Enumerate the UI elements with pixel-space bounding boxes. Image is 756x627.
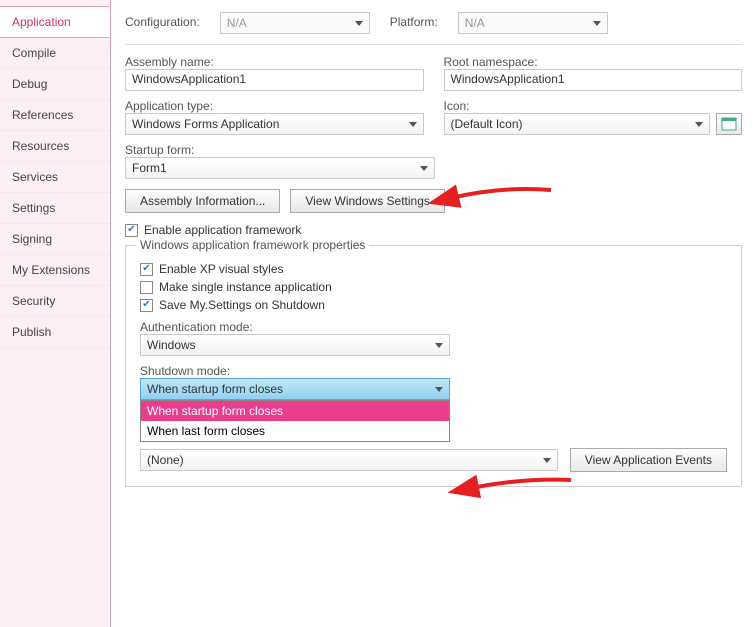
sidebar-item-application[interactable]: Application [0,6,110,38]
view-windows-settings-button[interactable]: View Windows Settings [290,189,445,213]
chevron-down-icon [420,166,428,171]
platform-label: Platform: [390,15,438,29]
startup-form-select[interactable]: Form1 [125,157,435,179]
platform-select: N/A [458,12,608,34]
main-panel: Configuration: N/A Platform: N/A Assembl… [110,0,756,627]
sidebar-item-publish[interactable]: Publish [0,317,110,348]
assembly-information-button[interactable]: Assembly Information... [125,189,280,213]
sidebar-item-compile[interactable]: Compile [0,38,110,69]
chevron-down-icon [543,458,551,463]
assembly-name-label: Assembly name: [125,55,214,69]
assembly-name-input[interactable]: WindowsApplication1 [125,69,424,91]
chevron-down-icon [435,387,443,392]
shutdown-mode-select[interactable]: When startup form closes [140,378,450,400]
startup-form-label: Startup form: [125,143,194,157]
auth-mode-label: Authentication mode: [140,320,253,334]
sidebar-item-settings[interactable]: Settings [0,193,110,224]
shutdown-option-last[interactable]: When last form closes [141,421,449,441]
single-instance-checkbox[interactable] [140,281,153,294]
view-application-events-button[interactable]: View Application Events [570,448,727,472]
sidebar-item-my-extensions[interactable]: My Extensions [0,255,110,286]
sidebar-item-security[interactable]: Security [0,286,110,317]
sidebar-item-resources[interactable]: Resources [0,131,110,162]
chevron-down-icon [593,21,601,26]
icon-label: Icon: [444,99,470,113]
chevron-down-icon [695,122,703,127]
root-namespace-input[interactable]: WindowsApplication1 [444,69,743,91]
application-type-select[interactable]: Windows Forms Application [125,113,424,135]
chevron-down-icon [435,343,443,348]
application-icon [721,117,737,131]
sidebar-item-references[interactable]: References [0,100,110,131]
chevron-down-icon [409,122,417,127]
shutdown-mode-dropdown: When startup form closes When last form … [140,400,450,442]
auth-mode-select[interactable]: Windows [140,334,450,356]
icon-select[interactable]: (Default Icon) [444,113,711,135]
enable-framework-label: Enable application framework [144,223,301,237]
chevron-down-icon [355,21,363,26]
enable-framework-checkbox[interactable] [125,224,138,237]
splash-select[interactable]: (None) [140,449,558,471]
root-namespace-label: Root namespace: [444,55,538,69]
shutdown-option-startup[interactable]: When startup form closes [141,401,449,421]
enable-xp-checkbox[interactable] [140,263,153,276]
icon-preview-button[interactable] [716,113,742,135]
sidebar-item-signing[interactable]: Signing [0,224,110,255]
shutdown-mode-label: Shutdown mode: [140,364,230,378]
save-settings-checkbox[interactable] [140,299,153,312]
sidebar-item-services[interactable]: Services [0,162,110,193]
application-type-label: Application type: [125,99,213,113]
sidebar-item-debug[interactable]: Debug [0,69,110,100]
framework-properties-title: Windows application framework properties [136,238,369,252]
configuration-select: N/A [220,12,370,34]
configuration-label: Configuration: [125,15,200,29]
sidebar: Application Compile Debug References Res… [0,0,110,627]
framework-properties-group: Windows application framework properties… [125,245,742,487]
